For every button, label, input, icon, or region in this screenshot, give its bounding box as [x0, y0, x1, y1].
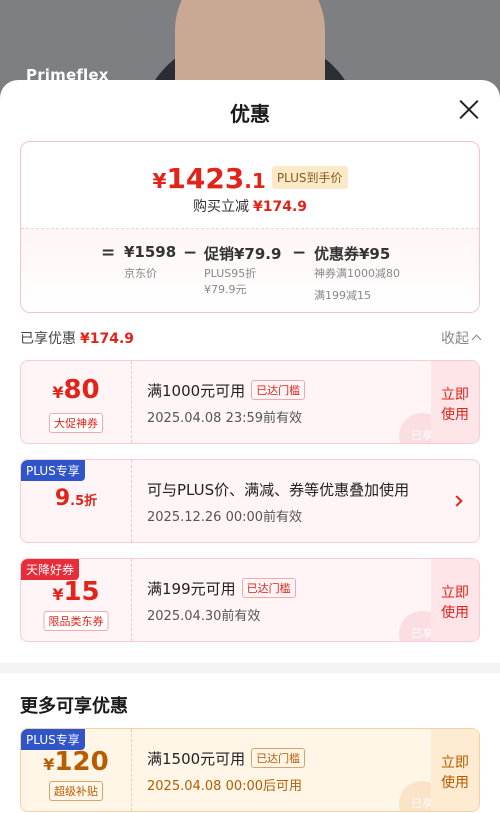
use-now-button[interactable]: 立即 使用: [431, 361, 479, 443]
coupon-condition: 满1500元可用 已达门槛: [147, 748, 306, 769]
price-integer: 1423: [166, 162, 245, 195]
minus-sign: −: [292, 243, 307, 263]
coupon-condition: 满1000元可用 已达门槛: [147, 380, 306, 401]
coupon-condition-text: 满1000元可用: [147, 382, 246, 400]
minus-sign: −: [183, 243, 198, 263]
jd-price-label: 京东价: [124, 267, 157, 280]
more-discounts-title: 更多可享优惠: [20, 696, 128, 717]
coupon-symbol: ¥: [43, 755, 55, 774]
collapse-button[interactable]: 收起: [441, 328, 482, 348]
price-decimal: .1: [244, 169, 266, 193]
threshold-tag: 已达门槛: [251, 380, 306, 400]
chevron-right-icon[interactable]: [451, 495, 463, 507]
calc-equals: =: [101, 243, 115, 263]
coupon-value: 120: [54, 747, 109, 777]
coupon-amount: ¥120: [21, 747, 131, 777]
calc-coupon: 优惠券¥95 神券满1000减80 满199减15: [314, 243, 400, 302]
coupon-detail-1: 神券满1000减80: [314, 267, 400, 280]
final-price: ¥1423.1 PLUS到手价: [21, 162, 479, 195]
coupon-value-panel: ¥80 大促神券: [21, 361, 132, 443]
coupon-card[interactable]: ¥15 限品类东券 天降好券 满199元可用 已达门槛 2025.04.30前有效…: [20, 558, 480, 642]
promo-detail-2: ¥79.9元: [204, 283, 247, 296]
chevron-up-icon: [471, 334, 482, 345]
coupon-date: 2025.04.08 23:59前有效: [147, 411, 303, 426]
price-summary-card: ¥1423.1 PLUS到手价 购买立减 ¥174.9 = ¥1598 京东价 − …: [20, 141, 480, 313]
collapse-label: 收起: [441, 331, 469, 347]
discount-bottom-sheet: 优惠 ¥1423.1 PLUS到手价 购买立减 ¥174.9 = ¥1598 京东价…: [0, 80, 500, 813]
plus-price-badge: PLUS到手价: [271, 166, 348, 189]
coupon-value: 15: [63, 577, 100, 607]
applied-label: 已享优惠: [20, 331, 76, 347]
use-now-button[interactable]: 立即 使用: [431, 729, 479, 811]
coupon-condition: 满199元可用 已达门槛: [147, 578, 296, 599]
coupon-date: 2025.04.08 00:00后可用: [147, 779, 303, 794]
section-divider: [0, 663, 500, 673]
coupon-value: 9: [54, 486, 71, 511]
use-now-button[interactable]: 立即 使用: [431, 559, 479, 641]
coupon-card[interactable]: ¥120 超级补贴 PLUS专享 满1500元可用 已达门槛 2025.04.08…: [20, 728, 480, 812]
coupon-kind: 限品类东券: [43, 611, 109, 631]
coupon-date: 2025.04.30前有效: [147, 609, 261, 624]
coupon-amount: ¥80: [21, 375, 131, 405]
plus-exclusive-ribbon: PLUS专享: [21, 729, 85, 750]
coupon-kind: 超级补贴: [49, 781, 103, 801]
sheet-title: 优惠: [230, 102, 270, 126]
coupon-amount: ¥15: [21, 577, 131, 607]
coupon-unit: .5折: [70, 494, 98, 509]
coupon-symbol: ¥: [52, 383, 64, 402]
calc-minus-2: −: [292, 243, 306, 263]
coupon-condition-text: 满199元可用: [147, 580, 236, 598]
price-symbol: ¥: [152, 169, 167, 193]
coupon-value: 优惠券¥95: [314, 245, 391, 263]
coupon-condition-text: 满1500元可用: [147, 750, 246, 768]
jd-price-value: ¥1598: [124, 243, 177, 261]
coupon-date: 2025.12.26 00:00前有效: [147, 510, 303, 525]
calc-promo: 促销¥79.9 PLUS95折 ¥79.9元: [204, 243, 282, 296]
promo-detail-1: PLUS95折: [204, 267, 257, 280]
coupon-detail-2: 满199减15: [314, 289, 371, 302]
coupon-card[interactable]: ¥80 大促神券 满1000元可用 已达门槛 2025.04.08 23:59前有…: [20, 360, 480, 444]
applied-amount: ¥174.9: [80, 331, 135, 347]
threshold-tag: 已达门槛: [241, 578, 296, 598]
calc-jd-price: ¥1598 京东价: [124, 243, 177, 280]
coupon-kind: 大促神券: [49, 413, 103, 433]
lucky-coupon-ribbon: 天降好券: [21, 559, 80, 580]
equals-sign: =: [101, 243, 116, 263]
save-row: 购买立减 ¥174.9: [21, 196, 479, 216]
coupon-value: 80: [63, 375, 100, 405]
applied-discounts-header: 已享优惠 ¥174.9: [20, 328, 134, 348]
promo-value: 促销¥79.9: [204, 245, 282, 263]
close-icon[interactable]: [458, 98, 480, 120]
coupon-condition: 可与PLUS价、满减、券等优惠叠加使用: [147, 481, 410, 499]
plus-exclusive-ribbon: PLUS专享: [21, 460, 85, 481]
coupon-symbol: ¥: [52, 585, 64, 604]
save-label: 购买立减: [192, 199, 249, 215]
save-amount: ¥174.9: [252, 199, 308, 215]
coupon-card[interactable]: 9.5折 PLUS专享 可与PLUS价、满减、券等优惠叠加使用 2025.12.…: [20, 459, 480, 543]
calc-minus-1: −: [183, 243, 197, 263]
threshold-tag: 已达门槛: [251, 748, 306, 768]
coupon-amount: 9.5折: [21, 486, 131, 511]
